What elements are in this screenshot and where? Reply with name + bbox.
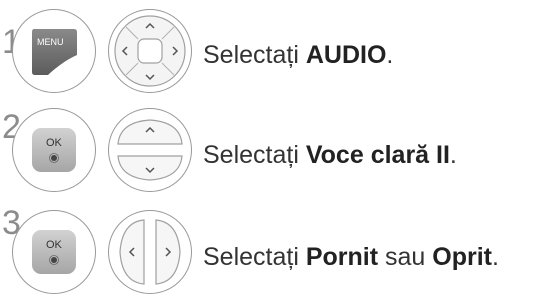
step-3-instruction: Selectați Pornit sau Oprit. — [203, 243, 499, 272]
ok-button-label: OK — [46, 137, 62, 149]
ok-button-label: OK — [46, 239, 62, 251]
ok-button-icon[interactable]: OK — [31, 127, 77, 173]
step-3: 3 OK Selectați Pornit sau Oprit. — [0, 206, 539, 306]
step-1-instruction: Selectați AUDIO. — [203, 41, 393, 70]
step-1: 1 MENU Selectați AUDIO. — [0, 3, 539, 103]
menu-button-label: MENU — [37, 37, 64, 47]
four-way-navigation-pad-icon[interactable] — [108, 9, 192, 93]
instruction-conjunction: sau — [378, 243, 433, 271]
instruction-text: Selectați — [203, 41, 306, 69]
step-2-instruction: Selectați Voce clară II. — [203, 141, 457, 170]
instruction-punctuation: . — [386, 41, 394, 69]
step-2: 2 OK Selectați Voce clară II. — [0, 106, 539, 206]
instruction-punctuation: . — [491, 243, 499, 271]
instruction-punctuation: . — [449, 141, 457, 169]
ok-button-icon[interactable]: OK — [31, 229, 77, 275]
menu-option-name: AUDIO — [305, 41, 387, 69]
option-off: Oprit — [432, 243, 492, 271]
instruction-text: Selectați — [203, 243, 306, 271]
option-on: Pornit — [305, 243, 379, 271]
left-right-navigation-icon[interactable] — [108, 210, 192, 294]
menu-option-name: Voce clară II — [305, 141, 450, 169]
instruction-text: Selectați — [203, 141, 306, 169]
up-down-navigation-icon[interactable] — [108, 108, 192, 192]
menu-button-icon[interactable]: MENU — [28, 25, 80, 77]
